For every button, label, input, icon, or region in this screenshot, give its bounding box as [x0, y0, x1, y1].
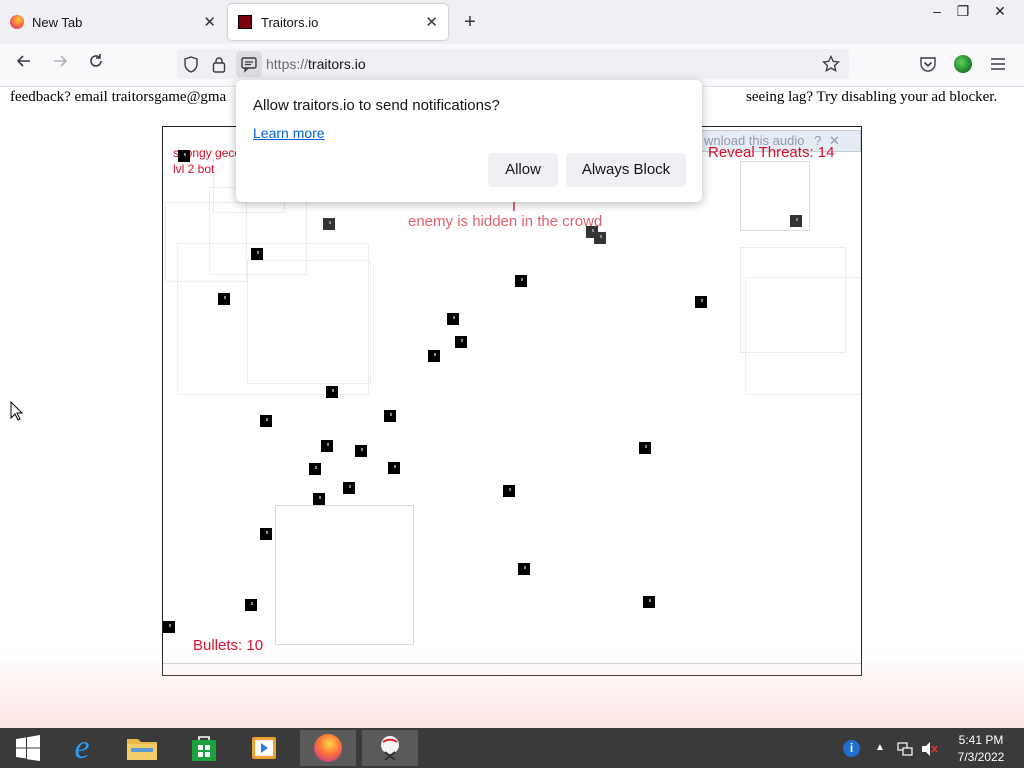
new-tab-button[interactable]: + — [458, 10, 482, 34]
close-tab-icon[interactable]: ✕ — [425, 13, 438, 31]
crowd-player — [343, 482, 355, 494]
folder-icon — [127, 739, 157, 760]
crowd-player — [326, 386, 338, 398]
crowd-player — [355, 445, 367, 457]
crowd-player — [503, 485, 515, 497]
crowd-player — [309, 463, 321, 475]
file-explorer-taskbar-button[interactable] — [114, 730, 170, 766]
back-button[interactable] — [10, 50, 38, 78]
crowd-player — [321, 440, 333, 452]
crowd-player — [455, 336, 467, 348]
crowd-player — [428, 350, 440, 362]
snipping-tool-taskbar-button[interactable] — [362, 730, 418, 766]
url-text[interactable]: https://traitors.io — [266, 56, 366, 72]
crowd-player — [251, 248, 263, 260]
crowd-player — [447, 313, 459, 325]
crowd-player — [388, 462, 400, 474]
info-tray-icon[interactable]: i — [843, 740, 860, 757]
allow-button[interactable]: Allow — [488, 153, 558, 187]
learn-more-link[interactable]: Learn more — [253, 125, 325, 141]
crowd-player — [594, 232, 606, 244]
close-window-button[interactable]: ✕ — [984, 0, 1016, 22]
show-hidden-icons-chevron-icon[interactable]: ▲ — [875, 742, 885, 753]
internet-explorer-icon: e — [74, 729, 90, 766]
reload-button[interactable] — [82, 50, 110, 78]
lock-icon[interactable] — [212, 56, 226, 78]
windows-logo-icon — [16, 735, 40, 761]
firefox-icon — [314, 734, 342, 762]
volume-muted-icon[interactable] — [921, 741, 939, 762]
store-bag-icon — [192, 736, 216, 761]
clock-date[interactable]: 7/3/2022 — [950, 750, 1012, 764]
crowd-player — [790, 215, 802, 227]
feedback-text: feedback? email traitorsgame@gma — [10, 89, 227, 105]
reveal-threats-counter[interactable]: Reveal Threats: 14 — [708, 144, 834, 161]
forward-button[interactable] — [46, 50, 74, 78]
firefox-taskbar-button[interactable] — [300, 730, 356, 766]
tab-title: Traitors.io — [261, 14, 319, 30]
crowd-player — [515, 275, 527, 287]
url-scheme: https:// — [266, 56, 309, 72]
crowd-player — [163, 621, 175, 633]
game-canvas[interactable]: wnload this audio ? ✕ spongy geco lvl 2 … — [162, 126, 862, 676]
store-taskbar-button[interactable] — [176, 730, 232, 766]
notification-permission-popup: Allow traitors.io to send notifications?… — [236, 80, 702, 202]
crowd-player — [313, 493, 325, 505]
tab-title: New Tab — [32, 14, 83, 30]
snipping-tool-icon — [381, 736, 399, 761]
crowd-player — [245, 599, 257, 611]
restore-button[interactable]: ❐ — [948, 0, 978, 22]
bookmark-star-icon[interactable] — [821, 54, 841, 78]
network-tray-icon[interactable] — [897, 741, 913, 762]
always-block-button[interactable]: Always Block — [566, 153, 686, 187]
crowd-player — [639, 442, 651, 454]
tab-traitors[interactable]: Traitors.io ✕ — [228, 4, 448, 40]
clock-time[interactable]: 5:41 PM — [950, 733, 1012, 747]
firefox-favicon-icon — [10, 15, 24, 29]
back-arrow-icon — [16, 55, 30, 67]
start-button[interactable] — [0, 730, 56, 766]
popup-question: Allow traitors.io to send notifications? — [253, 97, 500, 114]
bottom-gradient — [0, 650, 1024, 728]
pocket-icon[interactable] — [919, 55, 937, 78]
tracking-shield-icon[interactable] — [183, 56, 199, 78]
player-level-label: lvl 2 bot — [173, 162, 215, 176]
crowd-player — [260, 528, 272, 540]
traitors-favicon-icon — [238, 15, 252, 29]
reload-icon — [90, 54, 102, 67]
extension-globe-icon[interactable] — [954, 55, 972, 73]
crowd-player — [218, 293, 230, 305]
mouse-cursor-icon — [10, 400, 24, 426]
menu-hamburger-icon[interactable] — [990, 56, 1006, 77]
crowd-player — [695, 296, 707, 308]
forward-arrow-icon — [54, 55, 68, 67]
crowd-player — [384, 410, 396, 422]
close-tab-icon[interactable]: ✕ — [203, 13, 216, 31]
crowd-player — [643, 596, 655, 608]
crowd-player — [178, 150, 190, 162]
crowd-player — [260, 415, 272, 427]
media-player-taskbar-button[interactable] — [236, 730, 292, 766]
hint-text: enemy is hidden in the crowd — [408, 213, 603, 230]
crowd-player — [518, 563, 530, 575]
lag-tip-text: seeing lag? Try disabling your ad blocke… — [746, 89, 998, 105]
internet-explorer-taskbar-button[interactable]: e — [54, 730, 110, 766]
notification-permission-icon[interactable] — [236, 51, 262, 77]
url-host: traitors.io — [308, 56, 366, 72]
tab-new-tab[interactable]: New Tab ✕ — [0, 4, 226, 40]
media-player-icon — [252, 737, 276, 759]
crowd-player — [323, 218, 335, 230]
